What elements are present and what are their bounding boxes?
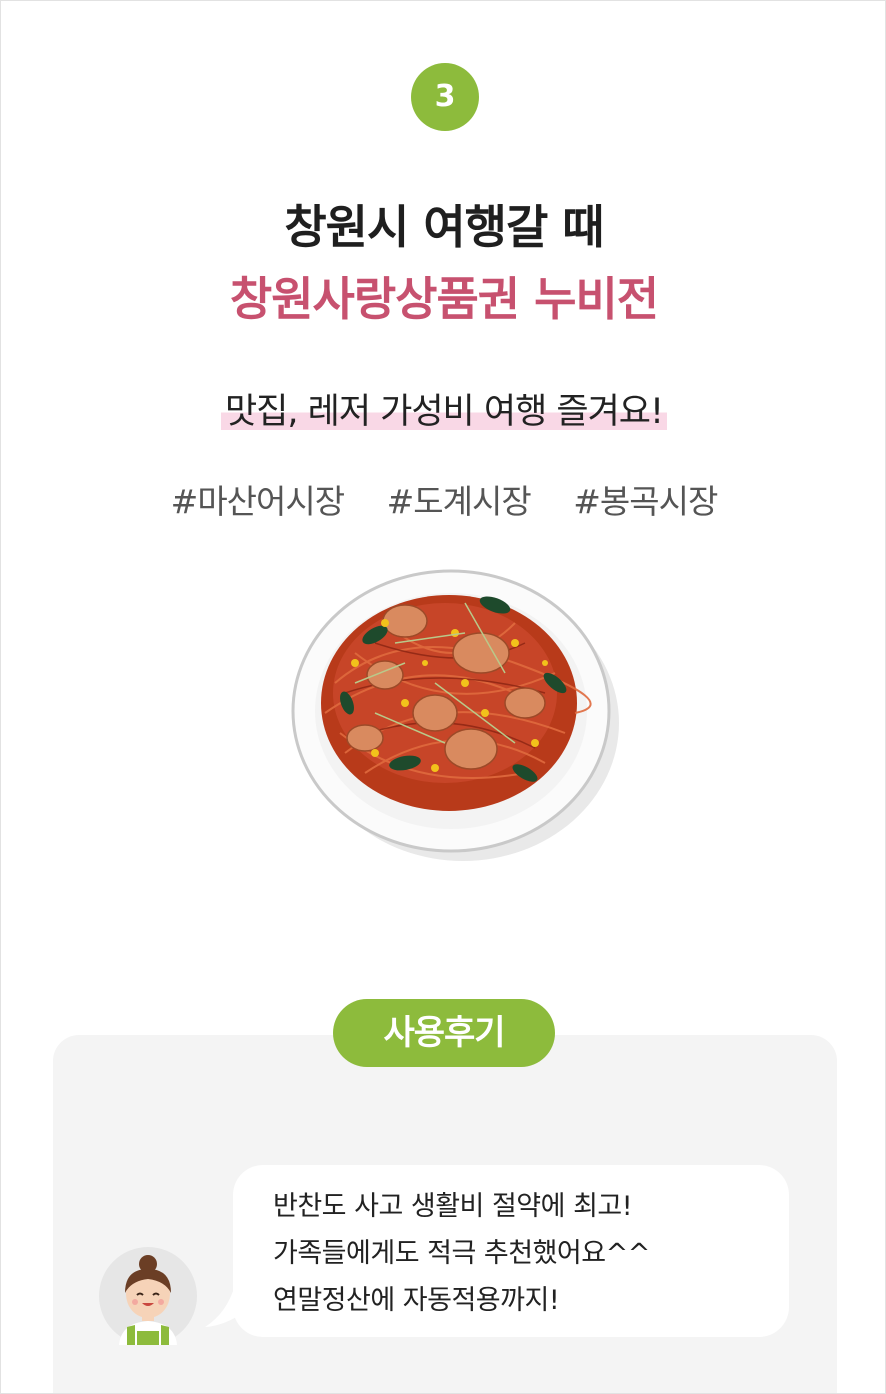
hashtag-list: #마산어시장 #도계시장 #봉곡시장 bbox=[1, 475, 885, 523]
noodle-dish-illustration bbox=[291, 569, 619, 861]
review-line: 가족들에게도 적극 추천했어요^^ bbox=[273, 1238, 650, 1269]
promo-card: 3 창원시 여행갈 때 창원사랑상품권 누비전 맛집, 레저 가성비 여행 즐겨… bbox=[0, 0, 886, 1394]
headline-line-2: 창원사랑상품권 누비전 bbox=[229, 272, 659, 326]
hashtag-item: #도계시장 bbox=[386, 482, 532, 521]
review-line: 반찬도 사고 생활비 절약에 최고! bbox=[273, 1191, 633, 1222]
speech-bubble: 반찬도 사고 생활비 절약에 최고! 가족들에게도 적극 추천했어요^^ 연말정… bbox=[233, 1165, 789, 1337]
headline-line-1: 창원시 여행갈 때 bbox=[284, 200, 604, 254]
subtitle: 맛집, 레저 가성비 여행 즐겨요! bbox=[220, 383, 668, 434]
review-text: 반찬도 사고 생활비 절약에 최고! 가족들에게도 적극 추천했어요^^ 연말정… bbox=[273, 1183, 650, 1324]
hashtag-item: #마산어시장 bbox=[170, 482, 345, 521]
step-number-badge: 3 bbox=[411, 63, 479, 131]
hashtag-item: #봉곡시장 bbox=[573, 482, 718, 521]
review-line: 연말정산에 자동적용까지! bbox=[273, 1285, 560, 1316]
avatar bbox=[99, 1247, 197, 1345]
review-badge: 사용후기 bbox=[333, 999, 555, 1067]
subtitle-wrap: 맛집, 레저 가성비 여행 즐겨요! bbox=[1, 383, 885, 434]
